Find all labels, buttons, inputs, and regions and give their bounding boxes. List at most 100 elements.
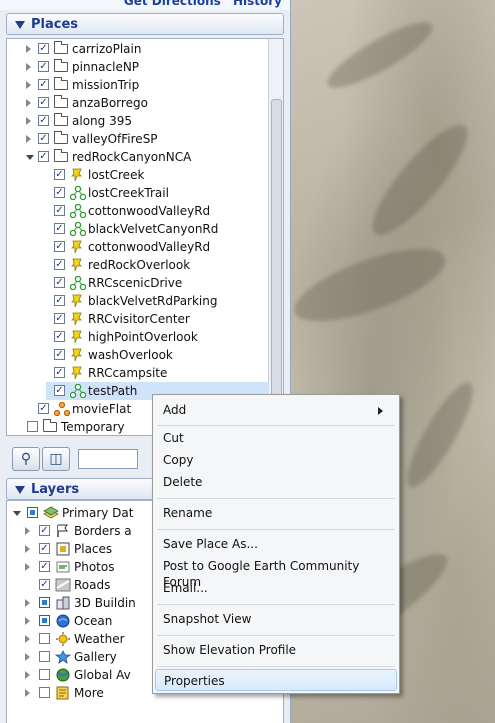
expand-arrow-icon[interactable] [25,545,30,553]
place-checkbox[interactable]: ✓ [38,115,49,126]
menu-item-elevation-profile[interactable]: Show Elevation Profile [163,642,296,658]
place-row[interactable]: ✓ carrizoPlain [7,40,269,58]
place-checkbox[interactable]: ✓ [54,331,65,342]
collapse-triangle-icon[interactable] [15,20,25,29]
expand-arrow-icon[interactable] [26,135,31,143]
place-row[interactable]: ✓ blackVelvetCanyonRd [7,220,269,238]
expand-arrow-icon[interactable] [25,653,30,661]
place-checkbox[interactable]: ✓ [54,367,65,378]
place-row[interactable]: ✓ cottonwoodValleyRd [7,238,269,256]
layer-checkbox[interactable]: ✓ [39,525,50,536]
layer-checkbox[interactable]: ✓ [39,543,50,554]
layer-checkbox[interactable] [39,651,50,662]
place-checkbox[interactable]: ✓ [54,241,65,252]
layer-checkbox[interactable] [39,615,50,626]
place-row[interactable]: ✓ lostCreek [7,166,269,184]
place-row[interactable]: ✓ redRockOverlook [7,256,269,274]
collapse-arrow-icon[interactable] [13,511,21,516]
place-checkbox[interactable]: ✓ [54,223,65,234]
expand-arrow-icon[interactable] [26,99,31,107]
place-checkbox[interactable]: ✓ [38,97,49,108]
layer-checkbox[interactable] [39,597,50,608]
expand-arrow-icon[interactable] [26,63,31,71]
place-checkbox[interactable]: ✓ [54,295,65,306]
menu-item-copy[interactable]: Copy [163,452,193,468]
place-checkbox[interactable]: ✓ [54,277,65,288]
place-row[interactable]: ✓ lostCreekTrail [7,184,269,202]
place-checkbox[interactable]: ✓ [54,259,65,270]
place-checkbox[interactable]: ✓ [38,79,49,90]
menu-item-save-place-as[interactable]: Save Place As... [163,536,258,552]
layer-label: 3D Buildin [74,596,136,610]
placemark-pin-icon [70,168,86,182]
expand-arrow-icon[interactable] [25,563,30,571]
layer-checkbox[interactable] [39,633,50,644]
submenu-arrow-icon [378,407,383,415]
layer-label: Photos [74,560,115,574]
place-checkbox[interactable]: ✓ [54,169,65,180]
menu-item-email[interactable]: Email... [163,580,208,596]
folder-icon [54,77,70,92]
collapse-arrow-icon[interactable] [26,155,34,160]
menu-separator [157,529,395,530]
places-scroll-thumb[interactable] [271,99,282,421]
menu-item-add[interactable]: Add [163,399,397,421]
place-checkbox[interactable]: ✓ [38,151,49,162]
place-row[interactable]: ✓ missionTrip [7,76,269,94]
menu-item-rename[interactable]: Rename [163,505,212,521]
place-checkbox[interactable]: ✓ [54,313,65,324]
place-checkbox[interactable]: ✓ [38,133,49,144]
place-checkbox[interactable]: ✓ [54,385,65,396]
path-icon [69,185,87,201]
menu-item-delete[interactable]: Delete [163,474,202,490]
layer-checkbox[interactable]: ✓ [39,561,50,572]
place-checkbox[interactable]: ✓ [54,205,65,216]
place-row[interactable]: ✓ RRCvisitorCenter [7,310,269,328]
place-checkbox[interactable]: ✓ [38,61,49,72]
place-row[interactable]: ✓ anzaBorrego [7,94,269,112]
layer-checkbox[interactable] [39,669,50,680]
place-row[interactable]: ✓ valleyOfFireSP [7,130,269,148]
expand-arrow-icon[interactable] [25,689,30,697]
collapse-triangle-icon[interactable] [15,485,25,494]
expand-arrow-icon[interactable] [25,635,30,643]
history-link[interactable]: History [233,0,282,8]
expand-arrow-icon[interactable] [25,671,30,679]
search-input[interactable] [78,449,138,469]
layer-checkbox[interactable]: ✓ [39,579,50,590]
place-row[interactable]: ✓ RRCscenicDrive [7,274,269,292]
places-scrollbar[interactable] [268,39,283,435]
place-row[interactable]: ✓ blackVelvetRdParking [7,292,269,310]
place-row[interactable]: ✓ cottonwoodValleyRd [7,202,269,220]
place-checkbox[interactable]: ✓ [38,43,49,54]
place-row[interactable]: ✓ redRockCanyonNCA [7,148,269,166]
place-row[interactable]: ✓ along 395 [7,112,269,130]
search-button[interactable]: ⚲ [12,447,40,471]
expand-arrow-icon[interactable] [26,81,31,89]
layer-checkbox[interactable] [39,687,50,698]
expand-arrow-icon[interactable] [25,527,30,535]
expand-arrow-icon[interactable] [26,117,31,125]
panel-toggle-button[interactable]: ◫ [42,447,70,471]
place-row[interactable]: ✓ washOverlook [7,346,269,364]
place-row[interactable]: ✓ highPointOverlook [7,328,269,346]
expand-arrow-icon[interactable] [25,599,30,607]
menu-item-properties[interactable]: Properties [155,669,397,691]
place-checkbox[interactable]: ✓ [38,403,49,414]
expand-arrow-icon[interactable] [25,617,30,625]
place-row[interactable]: ✓ RRCcampsite [7,364,269,382]
place-checkbox[interactable] [27,421,38,432]
place-row[interactable]: ✓ pinnacleNP [7,58,269,76]
menu-item-cut[interactable]: Cut [163,430,184,446]
place-label: blackVelvetRdParking [88,294,218,308]
place-checkbox[interactable]: ✓ [54,349,65,360]
layer-checkbox[interactable] [27,507,38,518]
open-folder-icon [54,149,70,164]
places-panel-header[interactable]: Places [6,13,284,35]
get-directions-link[interactable]: Get Directions [124,0,221,8]
expand-arrow-icon[interactable] [26,45,31,53]
roads-icon [55,578,71,592]
folder-icon [43,419,59,434]
place-checkbox[interactable]: ✓ [54,187,65,198]
menu-item-snapshot-view[interactable]: Snapshot View [163,611,251,627]
